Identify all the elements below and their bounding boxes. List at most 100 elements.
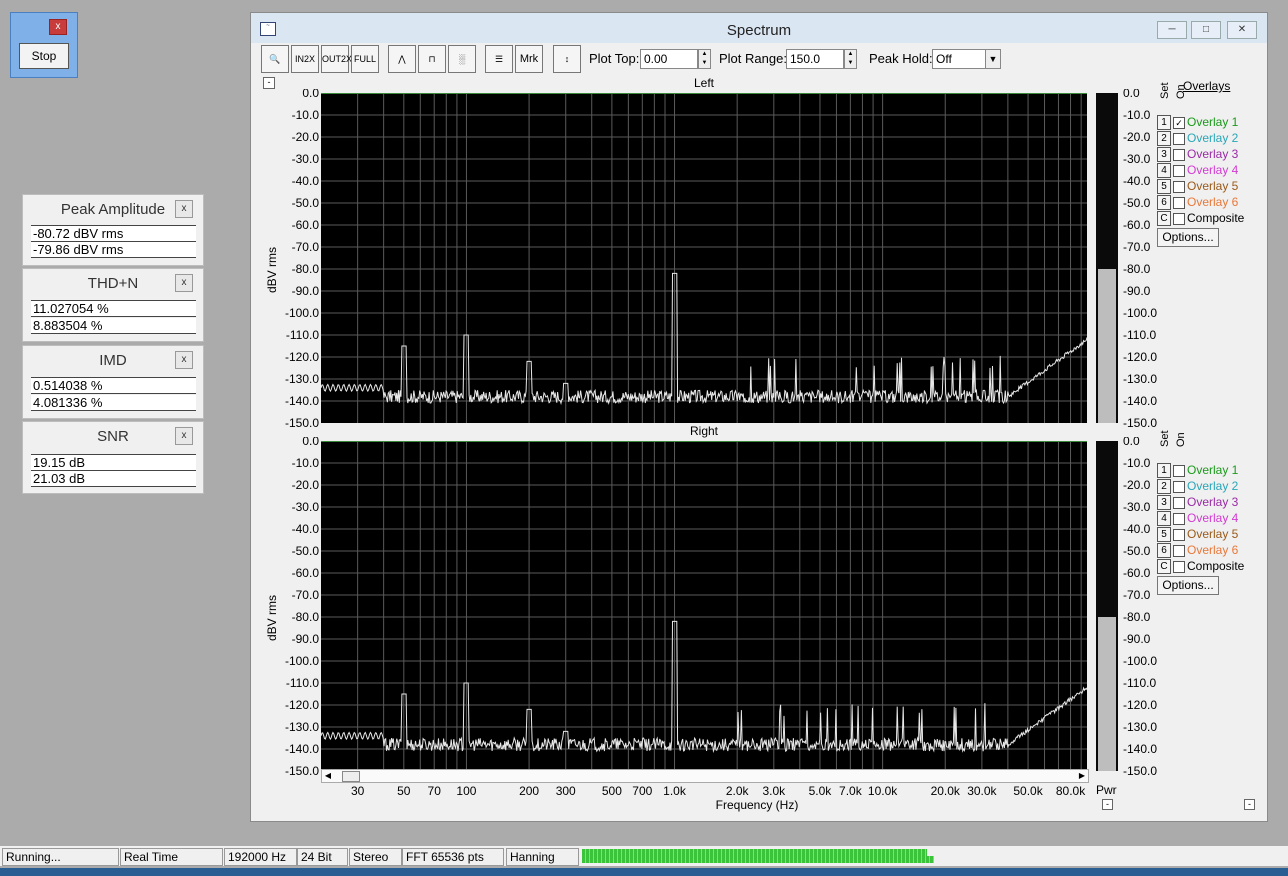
window-title: Spectrum [726,22,792,39]
overlay-set-button[interactable]: 2 [1157,479,1171,494]
line-plot-icon[interactable]: ⋀ [388,45,416,73]
options-button[interactable]: Options... [1157,576,1219,595]
plot-range-input[interactable]: 150.0 [786,49,844,69]
on-header: On [1175,432,1187,447]
y-tick-label: -100.0 [285,306,319,320]
overlay-set-button[interactable]: 4 [1157,511,1171,526]
overlay-set-button[interactable]: 3 [1157,495,1171,510]
right-plot-title: Right [689,424,718,438]
maximize-icon[interactable]: □ [1191,21,1221,39]
plot-range-label: Plot Range: [719,51,787,66]
overlay-set-button[interactable]: 6 [1157,195,1171,210]
overlay-checkbox[interactable] [1173,497,1185,509]
y-tick-label: -60.0 [1123,566,1151,580]
overlay-checkbox[interactable] [1173,213,1185,225]
close-icon[interactable]: ✕ [1227,21,1257,39]
overlay-checkbox[interactable] [1173,181,1185,193]
overlay-set-button[interactable]: 4 [1157,163,1171,178]
overlay-row: 3 Overlay 3 [1157,495,1267,511]
y-tick-label: -120.0 [285,350,319,364]
overlay-checkbox[interactable] [1173,197,1185,209]
overlay-checkbox[interactable] [1173,481,1185,493]
overlay-label: Composite [1187,211,1245,225]
overlay-row: 5 Overlay 5 [1157,527,1267,543]
y-tick-label: -80.0 [292,262,320,276]
zoom-icon[interactable]: 🔍 [261,45,289,73]
overlay-checkbox[interactable] [1173,545,1185,557]
stop-button[interactable]: Stop [19,43,69,69]
overlay-set-button[interactable]: C [1157,211,1171,226]
range-icon[interactable]: ↕ [553,45,581,73]
right-value: 21.03 dB [31,471,196,487]
close-icon[interactable]: x [49,19,67,35]
overlay-set-button[interactable]: 6 [1157,543,1171,558]
overlay-checkbox[interactable] [1173,133,1185,145]
y-tick-label: -150.0 [1123,416,1157,429]
close-icon[interactable]: x [175,427,193,445]
overlay-label: Overlay 3 [1187,495,1239,509]
left-value: 0.514038 % [31,377,196,394]
left-spectrum-plot [321,93,1087,423]
y-tick-label: -10.0 [292,456,320,470]
overlay-checkbox[interactable] [1173,529,1185,541]
y-tick-label: -80.0 [292,610,320,624]
close-icon[interactable]: x [175,274,193,292]
y-tick-label: -120.0 [1123,350,1157,364]
y-tick-label: -80.0 [1123,610,1151,624]
x-tick-label: 500 [602,784,622,798]
options-button[interactable]: Options... [1157,228,1219,247]
overlay-label: Overlay 2 [1187,479,1239,493]
zoom-out-2x-icon[interactable]: OUT2X [321,45,352,73]
zoom-in-2x-icon[interactable]: IN2X [291,45,319,73]
overlay-checkbox[interactable] [1173,465,1185,477]
overlay-checkbox[interactable] [1173,561,1185,573]
y-tick-label: -50.0 [1123,544,1151,558]
overlay-checkbox[interactable] [1173,149,1185,161]
overlay-set-button[interactable]: 5 [1157,179,1171,194]
overlay-set-button[interactable]: 2 [1157,131,1171,146]
overlay-set-button[interactable]: 1 [1157,115,1171,130]
bar-plot-icon[interactable]: ░ [448,45,476,73]
overlays-title: Overlays [1183,79,1231,93]
y-tick-label: -110.0 [1123,676,1156,690]
plot-top-spinner[interactable]: ▲ ▼ [698,49,711,69]
overlay-checkbox[interactable] [1173,165,1185,177]
close-icon[interactable]: x [175,200,193,218]
overlay-label: Overlay 2 [1187,131,1239,145]
overlay-set-button[interactable]: 5 [1157,527,1171,542]
y-tick-label: -130.0 [285,720,319,734]
plot-top-input[interactable]: 0.00 [640,49,698,69]
zoom-out-full-icon[interactable]: FULL [351,45,379,73]
y-tick-label: -40.0 [1123,174,1151,188]
y-tick-label: -20.0 [292,130,320,144]
y-tick-label: -10.0 [292,108,320,122]
overlay-checkbox[interactable] [1173,513,1185,525]
status-state: Running... [2,848,119,866]
minimize-icon[interactable]: ─ [1157,21,1187,39]
plot-range-spinner[interactable]: ▲ ▼ [844,49,857,69]
y-tick-label: -150.0 [285,416,319,429]
title-bar: ~ Spectrum ─ □ ✕ [251,13,1267,43]
close-icon[interactable]: x [175,351,193,369]
x-tick-label: 2.0k [726,784,750,798]
overlay-set-button[interactable]: 1 [1157,463,1171,478]
y-tick-label: -100.0 [285,654,319,668]
x-tick-label: 700 [632,784,652,798]
overlay-set-button[interactable]: 3 [1157,147,1171,162]
y-tick-label: -60.0 [1123,218,1151,232]
set-header: Set [1159,82,1171,99]
collapse-icon[interactable]: - [1244,799,1255,810]
collapse-icon[interactable]: - [263,77,275,89]
y-tick-label: -50.0 [292,196,320,210]
overlay-set-button[interactable]: C [1157,559,1171,574]
left-power-meter [1096,93,1118,423]
chevron-down-icon[interactable]: ▼ [985,50,1000,68]
marker-button[interactable]: Mrk [515,45,543,73]
collapse-icon[interactable]: - [1102,799,1113,810]
y-tick-label: -120.0 [1123,698,1157,712]
step-plot-icon[interactable]: ⊓ [418,45,446,73]
list-icon[interactable]: ☰ [485,45,513,73]
y-tick-label: -90.0 [292,632,320,646]
overlay-checkbox[interactable]: ✓ [1173,117,1185,129]
y-tick-label: -110.0 [286,676,319,690]
